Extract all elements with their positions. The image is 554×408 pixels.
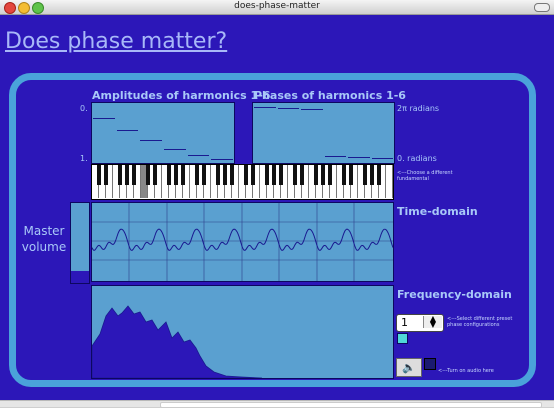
black-key[interactable] xyxy=(342,165,346,185)
slider-bar[interactable] xyxy=(187,155,210,156)
black-key[interactable] xyxy=(293,165,297,185)
slider-bar[interactable] xyxy=(164,149,186,150)
phase-scale-top: 2π radians xyxy=(397,104,440,113)
slider-bar[interactable] xyxy=(348,157,370,158)
waveform-trace xyxy=(92,228,393,251)
frequency-domain-scope xyxy=(91,285,394,379)
speaker-icon: 🔈 xyxy=(402,361,416,374)
time-domain-scope xyxy=(91,202,394,282)
spectrum-fill xyxy=(92,305,263,378)
black-key[interactable] xyxy=(363,165,367,185)
audio-on-button[interactable]: 🔈 xyxy=(396,358,422,377)
slider-bar[interactable] xyxy=(211,159,233,160)
black-key[interactable] xyxy=(230,165,234,185)
master-volume-fill xyxy=(71,271,89,283)
slider-bar[interactable] xyxy=(277,108,299,109)
amp-scale-bottom: 1. xyxy=(80,154,88,163)
master-volume-label: Master volume xyxy=(21,224,67,254)
black-key[interactable] xyxy=(118,165,122,185)
black-key[interactable] xyxy=(132,165,136,185)
slider-bar[interactable] xyxy=(324,156,346,157)
time-domain-plot xyxy=(92,203,393,281)
preset-value: 1 xyxy=(401,316,408,329)
frequency-domain-title: Frequency-domain xyxy=(397,288,512,301)
black-key[interactable] xyxy=(279,165,283,185)
black-key[interactable] xyxy=(146,165,150,185)
black-key[interactable] xyxy=(104,165,108,185)
scrollbar-thumb[interactable] xyxy=(160,402,542,408)
black-key[interactable] xyxy=(321,165,325,185)
preset-toggle[interactable] xyxy=(397,333,408,344)
black-key[interactable] xyxy=(181,165,185,185)
audio-hint: <---Turn on audio here xyxy=(438,368,494,374)
black-key[interactable] xyxy=(314,165,318,185)
black-key[interactable] xyxy=(265,165,269,185)
black-key[interactable] xyxy=(125,165,129,185)
phases-multislider[interactable] xyxy=(252,102,395,164)
black-key[interactable] xyxy=(272,165,276,185)
preset-number-box[interactable]: 1 ▲ ▼ xyxy=(396,314,444,332)
page-title: Does phase matter? xyxy=(5,29,228,54)
slider-bar[interactable] xyxy=(93,118,115,119)
amplitudes-title: Amplitudes of harmonics 1-6 xyxy=(92,89,271,102)
master-volume-slider[interactable] xyxy=(70,202,90,284)
black-key[interactable] xyxy=(328,165,332,185)
keyboard-hint: <---Choose a different fundamental xyxy=(397,170,453,182)
window-title: does-phase-matter xyxy=(234,1,320,11)
phase-scale-bottom: 0. radians xyxy=(397,154,437,163)
black-key[interactable] xyxy=(167,165,171,185)
black-key[interactable] xyxy=(370,165,374,185)
black-key[interactable] xyxy=(300,165,304,185)
window-titlebar: does-phase-matter xyxy=(0,0,554,15)
up-down-arrows-icon[interactable]: ▲ ▼ xyxy=(423,315,442,329)
slider-bar[interactable] xyxy=(301,109,323,110)
black-key[interactable] xyxy=(174,165,178,185)
black-key[interactable] xyxy=(195,165,199,185)
slider-bar[interactable] xyxy=(140,140,162,141)
spectrum-plot xyxy=(92,305,263,378)
black-key[interactable] xyxy=(216,165,220,185)
black-key[interactable] xyxy=(202,165,206,185)
black-key[interactable] xyxy=(244,165,248,185)
slider-bar[interactable] xyxy=(371,158,393,159)
black-key[interactable] xyxy=(97,165,101,185)
amp-scale-top: 0. xyxy=(80,104,88,113)
black-key[interactable] xyxy=(251,165,255,185)
black-key[interactable] xyxy=(377,165,381,185)
slider-bar[interactable] xyxy=(116,130,139,131)
time-domain-title: Time-domain xyxy=(397,205,478,218)
phases-title: Phases of harmonics 1-6 xyxy=(254,89,406,102)
toolbar-toggle-button[interactable] xyxy=(534,3,550,12)
white-key[interactable] xyxy=(386,165,393,198)
fundamental-keyboard[interactable] xyxy=(91,164,394,200)
amplitudes-multislider[interactable] xyxy=(91,102,235,164)
audio-status-indicator xyxy=(424,358,436,370)
black-key[interactable] xyxy=(223,165,227,185)
preset-hint: <---Select different preset phase config… xyxy=(447,316,513,328)
slider-bar[interactable] xyxy=(254,107,276,108)
black-key[interactable] xyxy=(153,165,157,185)
black-key[interactable] xyxy=(349,165,353,185)
